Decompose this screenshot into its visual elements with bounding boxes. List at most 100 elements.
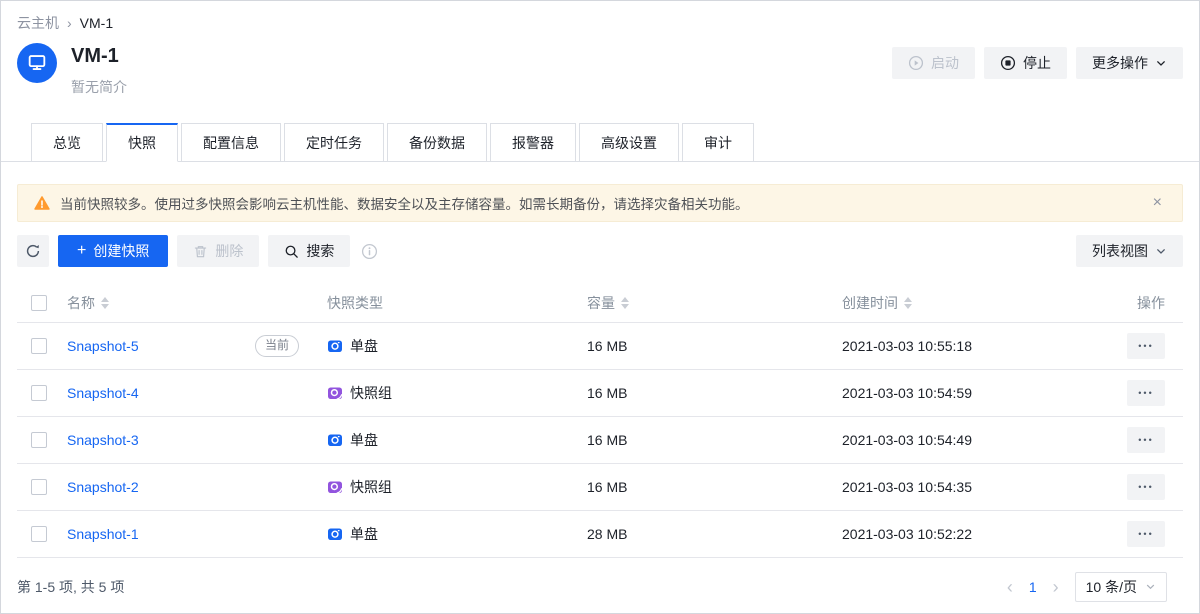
snapshot-capacity: 16 MB xyxy=(587,338,842,354)
snapshot-group-icon xyxy=(327,385,343,401)
tab-advanced-settings[interactable]: 高级设置 xyxy=(579,123,679,161)
search-button[interactable]: 搜索 xyxy=(268,235,350,267)
chevron-down-icon xyxy=(1155,245,1167,257)
trash-icon xyxy=(193,244,208,259)
row-checkbox[interactable] xyxy=(31,385,47,401)
snapshot-type-label: 快照组 xyxy=(350,477,392,497)
row-checkbox[interactable] xyxy=(31,479,47,495)
snapshot-toolbar: + 创建快照 删除 搜索 列表视图 xyxy=(17,235,1183,267)
start-button-label: 启动 xyxy=(931,53,959,73)
pagination: ‹ 1 › 10 条/页 xyxy=(1007,572,1167,602)
snapshot-table: 名称 快照类型 容量 创建时间 xyxy=(17,283,1183,614)
plus-icon: + xyxy=(77,243,86,259)
tab-alarms[interactable]: 报警器 xyxy=(490,123,576,161)
ellipsis-icon: ••• xyxy=(1138,341,1153,351)
view-mode-label: 列表视图 xyxy=(1092,241,1148,261)
more-actions-label: 更多操作 xyxy=(1092,53,1148,73)
title-block: VM-1 暂无简介 xyxy=(71,43,127,97)
tab-overview[interactable]: 总览 xyxy=(31,123,103,161)
start-button[interactable]: 启动 xyxy=(892,47,975,79)
page-size-select[interactable]: 10 条/页 xyxy=(1075,572,1167,602)
column-header-created: 创建时间 xyxy=(842,293,898,313)
tab-scheduled-tasks[interactable]: 定时任务 xyxy=(284,123,384,161)
column-header-type: 快照类型 xyxy=(327,293,383,313)
table-footer: 第 1-5 项, 共 5 项 ‹ 1 › 10 条/页 xyxy=(17,558,1183,614)
row-checkbox[interactable] xyxy=(31,526,47,542)
tab-content: 当前快照较多。使用过多快照会影响云主机性能、数据安全以及主存储容量。如需长期备份… xyxy=(1,162,1199,614)
sort-icon[interactable] xyxy=(621,297,629,309)
stop-button-label: 停止 xyxy=(1023,53,1051,73)
search-label: 搜索 xyxy=(306,241,334,261)
snapshot-type-label: 单盘 xyxy=(350,430,378,450)
ellipsis-icon: ••• xyxy=(1138,435,1153,445)
snapshot-name-link[interactable]: Snapshot-1 xyxy=(67,526,139,542)
page-title: VM-1 xyxy=(71,43,127,69)
single-disk-snapshot-icon xyxy=(327,432,343,448)
tab-bar: 总览 快照 配置信息 定时任务 备份数据 报警器 高级设置 审计 xyxy=(1,123,1199,162)
close-icon[interactable]: × xyxy=(1149,193,1166,213)
search-icon xyxy=(284,244,299,259)
snapshot-name-link[interactable]: Snapshot-2 xyxy=(67,479,139,495)
snapshot-name-link[interactable]: Snapshot-5 xyxy=(67,338,139,354)
play-circle-icon xyxy=(908,55,924,71)
row-actions-button[interactable]: ••• xyxy=(1127,333,1165,359)
table-row: Snapshot-4 快照组 16 MB 2021-03-03 10:54:59… xyxy=(17,370,1183,417)
page-size-value: 10 条/页 xyxy=(1086,577,1137,597)
page-number[interactable]: 1 xyxy=(1029,579,1037,595)
delete-label: 删除 xyxy=(215,241,243,261)
create-snapshot-button[interactable]: + 创建快照 xyxy=(58,235,168,267)
view-mode-dropdown[interactable]: 列表视图 xyxy=(1076,235,1183,267)
snapshot-created-time: 2021-03-03 10:54:49 xyxy=(842,432,1115,448)
single-disk-snapshot-icon xyxy=(327,526,343,542)
current-badge: 当前 xyxy=(255,335,299,357)
select-all-checkbox[interactable] xyxy=(31,295,47,311)
refresh-icon xyxy=(25,243,41,259)
tab-snapshots[interactable]: 快照 xyxy=(106,123,178,162)
row-actions-button[interactable]: ••• xyxy=(1127,427,1165,453)
row-actions-button[interactable]: ••• xyxy=(1127,521,1165,547)
table-row: Snapshot-1 单盘 28 MB 2021-03-03 10:52:22 … xyxy=(17,511,1183,558)
breadcrumb-current: VM-1 xyxy=(80,15,113,31)
snapshot-created-time: 2021-03-03 10:55:18 xyxy=(842,338,1115,354)
row-checkbox[interactable] xyxy=(31,432,47,448)
row-checkbox[interactable] xyxy=(31,338,47,354)
more-actions-button[interactable]: 更多操作 xyxy=(1076,47,1183,79)
info-icon[interactable] xyxy=(361,243,378,260)
tab-configuration[interactable]: 配置信息 xyxy=(181,123,281,161)
snapshot-capacity: 28 MB xyxy=(587,526,842,542)
column-header-actions: 操作 xyxy=(1137,293,1165,313)
sort-icon[interactable] xyxy=(904,297,912,309)
chevron-down-icon xyxy=(1155,57,1167,69)
warning-icon xyxy=(34,195,50,211)
page-subtitle: 暂无简介 xyxy=(71,77,127,97)
stop-button[interactable]: 停止 xyxy=(984,47,1067,79)
sort-icon[interactable] xyxy=(101,297,109,309)
tab-backup-data[interactable]: 备份数据 xyxy=(387,123,487,161)
refresh-button[interactable] xyxy=(17,235,49,267)
tab-audit[interactable]: 审计 xyxy=(682,123,754,161)
snapshot-name-link[interactable]: Snapshot-4 xyxy=(67,385,139,401)
breadcrumb-root[interactable]: 云主机 xyxy=(17,13,59,33)
next-page-icon[interactable]: › xyxy=(1053,578,1059,596)
column-header-capacity: 容量 xyxy=(587,293,615,313)
prev-page-icon[interactable]: ‹ xyxy=(1007,578,1013,596)
page-header: VM-1 暂无简介 启动 停止 更多操作 xyxy=(1,33,1199,97)
snapshot-group-icon xyxy=(327,479,343,495)
stop-circle-icon xyxy=(1000,55,1016,71)
snapshot-created-time: 2021-03-03 10:54:59 xyxy=(842,385,1115,401)
delete-button[interactable]: 删除 xyxy=(177,235,259,267)
snapshot-capacity: 16 MB xyxy=(587,385,842,401)
snapshot-type-label: 单盘 xyxy=(350,336,378,356)
snapshot-capacity: 16 MB xyxy=(587,479,842,495)
snapshot-type-label: 单盘 xyxy=(350,524,378,544)
create-snapshot-label: 创建快照 xyxy=(93,241,149,261)
snapshot-name-link[interactable]: Snapshot-3 xyxy=(67,432,139,448)
header-actions: 启动 停止 更多操作 xyxy=(892,43,1183,79)
ellipsis-icon: ••• xyxy=(1138,529,1153,539)
row-actions-button[interactable]: ••• xyxy=(1127,474,1165,500)
row-actions-button[interactable]: ••• xyxy=(1127,380,1165,406)
table-row: Snapshot-5 当前 单盘 16 MB 2021-03-03 10:55:… xyxy=(17,323,1183,370)
column-header-name: 名称 xyxy=(67,293,95,313)
ellipsis-icon: ••• xyxy=(1138,388,1153,398)
table-row: Snapshot-2 快照组 16 MB 2021-03-03 10:54:35… xyxy=(17,464,1183,511)
